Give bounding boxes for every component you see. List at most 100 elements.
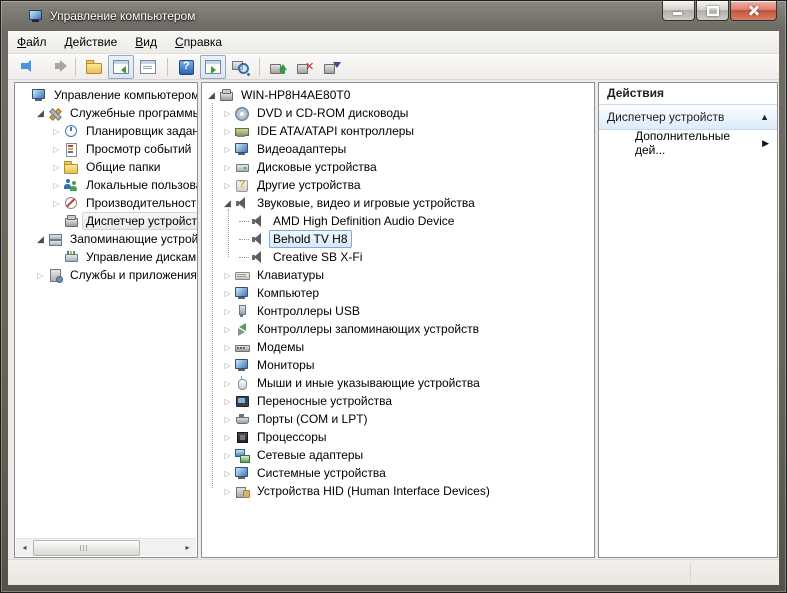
- scan-hardware-changes-button[interactable]: [319, 55, 345, 79]
- actions-item-more-actions[interactable]: Дополнительные дей... ▶: [599, 130, 777, 156]
- hid-device-icon: [234, 483, 250, 499]
- device-group-monitors[interactable]: Мониторы: [202, 356, 594, 374]
- minimize-button[interactable]: [662, 1, 695, 21]
- expander-icon[interactable]: [221, 158, 234, 176]
- tree-item-services[interactable]: Службы и приложения: [15, 266, 197, 284]
- scrollbar-track[interactable]: [33, 539, 179, 556]
- expander-icon[interactable]: [50, 194, 63, 212]
- forward-button[interactable]: [43, 55, 69, 79]
- tree-item-computer-management[interactable]: Управление компьютером (л: [15, 86, 197, 104]
- expander-icon[interactable]: [221, 320, 234, 338]
- expander-icon[interactable]: [221, 104, 234, 122]
- expander-icon[interactable]: [50, 122, 63, 140]
- device-group-hid-devices[interactable]: Устройства HID (Human Interface Devices): [202, 482, 594, 500]
- local-users-icon: [63, 177, 79, 193]
- device-root-computer[interactable]: WIN-HP8H4AE80T0: [202, 86, 594, 104]
- menu-help[interactable]: Справка: [166, 31, 231, 53]
- expander-icon[interactable]: [221, 140, 234, 158]
- horizontal-scrollbar[interactable]: ◂ ▸: [16, 538, 196, 556]
- title-bar[interactable]: Управление компьютером: [1, 1, 786, 31]
- expander-icon[interactable]: [221, 302, 234, 320]
- services-icon: [47, 267, 63, 283]
- back-button[interactable]: [16, 55, 42, 79]
- expander-icon[interactable]: [221, 482, 234, 500]
- device-group-storage-controllers[interactable]: Контроллеры запоминающих устройств: [202, 320, 594, 338]
- scroll-right-icon[interactable]: ▸: [179, 539, 196, 556]
- device-group-ports[interactable]: Порты (COM и LPT): [202, 410, 594, 428]
- up-folder-button[interactable]: [81, 55, 107, 79]
- device-group-ide-controllers[interactable]: IDE ATA/ATAPI контроллеры: [202, 122, 594, 140]
- tree-item-event-viewer[interactable]: Просмотр событий: [15, 140, 197, 158]
- expander-icon[interactable]: [221, 464, 234, 482]
- task-scheduler-icon: [63, 123, 79, 139]
- tree-item-system-tools[interactable]: Служебные программы: [15, 104, 197, 122]
- device-group-modems[interactable]: Модемы: [202, 338, 594, 356]
- device-group-disk-drives[interactable]: Дисковые устройства: [202, 158, 594, 176]
- device-group-computer[interactable]: Компьютер: [202, 284, 594, 302]
- expander-icon[interactable]: [34, 230, 47, 248]
- expander-icon[interactable]: [221, 122, 234, 140]
- device-group-processors[interactable]: Процессоры: [202, 428, 594, 446]
- expander-icon[interactable]: [221, 284, 234, 302]
- menu-action[interactable]: Действие: [56, 31, 127, 53]
- expander-icon[interactable]: [221, 266, 234, 284]
- collapse-icon[interactable]: ▲: [760, 112, 769, 122]
- menu-file[interactable]: Файл: [8, 31, 56, 53]
- expander-icon[interactable]: [221, 356, 234, 374]
- show-console-tree-button[interactable]: [108, 55, 134, 79]
- device-group-portable-devices[interactable]: Переносные устройства: [202, 392, 594, 410]
- expander-icon[interactable]: [221, 374, 234, 392]
- expander-icon[interactable]: [221, 446, 234, 464]
- scan-hardware-changes-icon: [323, 59, 341, 75]
- show-action-pane-button[interactable]: [200, 55, 226, 79]
- device-group-system-devices[interactable]: Системные устройства: [202, 464, 594, 482]
- status-bar: [8, 559, 779, 585]
- device-item-behold-tv-h8[interactable]: Behold TV H8: [202, 230, 594, 248]
- tree-item-storage[interactable]: Запоминающие устройст: [15, 230, 197, 248]
- window-title: Управление компьютером: [50, 9, 195, 23]
- actions-section-device-manager[interactable]: Диспетчер устройств ▲: [599, 104, 777, 130]
- network-adapter-icon: [234, 447, 250, 463]
- folder-icon: [85, 59, 103, 75]
- device-item-creative-sb-xfi[interactable]: Creative SB X-Fi: [202, 248, 594, 266]
- tree-item-shared-folders[interactable]: Общие папки: [15, 158, 197, 176]
- scan-config-button[interactable]: [227, 55, 253, 79]
- tree-item-local-users[interactable]: Локальные пользовате: [15, 176, 197, 194]
- help-button[interactable]: [173, 55, 199, 79]
- device-group-other-devices[interactable]: Другие устройства: [202, 176, 594, 194]
- menu-bar: Файл Действие Вид Справка: [8, 31, 779, 54]
- expander-icon[interactable]: [221, 428, 234, 446]
- uninstall-device-button[interactable]: [292, 55, 318, 79]
- tree-item-performance[interactable]: Производительность: [15, 194, 197, 212]
- device-group-usb-controllers[interactable]: Контроллеры USB: [202, 302, 594, 320]
- device-group-video-adapters[interactable]: Видеоадаптеры: [202, 140, 594, 158]
- device-item-amd-audio[interactable]: AMD High Definition Audio Device: [202, 212, 594, 230]
- expander-icon[interactable]: [50, 158, 63, 176]
- expander-icon[interactable]: [50, 176, 63, 194]
- expander-icon[interactable]: [50, 140, 63, 158]
- expander-icon[interactable]: [221, 392, 234, 410]
- device-group-sound-video-game[interactable]: Звуковые, видео и игровые устройства: [202, 194, 594, 212]
- expander-icon[interactable]: [34, 104, 47, 122]
- device-group-keyboards[interactable]: Клавиатуры: [202, 266, 594, 284]
- menu-view[interactable]: Вид: [126, 31, 166, 53]
- update-driver-button[interactable]: [265, 55, 291, 79]
- maximize-button[interactable]: [696, 1, 729, 21]
- device-group-network-adapters[interactable]: Сетевые адаптеры: [202, 446, 594, 464]
- scroll-left-icon[interactable]: ◂: [16, 539, 33, 556]
- modem-icon: [234, 339, 250, 355]
- device-group-dvd-cdrom[interactable]: DVD и CD-ROM дисководы: [202, 104, 594, 122]
- tree-item-device-manager[interactable]: Диспетчер устройств: [15, 212, 197, 230]
- window-controls: [662, 1, 777, 21]
- expander-icon[interactable]: [205, 86, 218, 104]
- tree-item-disk-management[interactable]: Управление дисками: [15, 248, 197, 266]
- expander-icon[interactable]: [221, 338, 234, 356]
- expander-icon[interactable]: [34, 266, 47, 284]
- close-button[interactable]: [730, 1, 777, 21]
- scrollbar-thumb[interactable]: [33, 540, 140, 556]
- expander-icon[interactable]: [221, 176, 234, 194]
- expander-icon[interactable]: [221, 410, 234, 428]
- device-group-mice[interactable]: Мыши и иные указывающие устройства: [202, 374, 594, 392]
- tree-item-task-scheduler[interactable]: Планировщик заданий: [15, 122, 197, 140]
- properties-button[interactable]: [135, 55, 161, 79]
